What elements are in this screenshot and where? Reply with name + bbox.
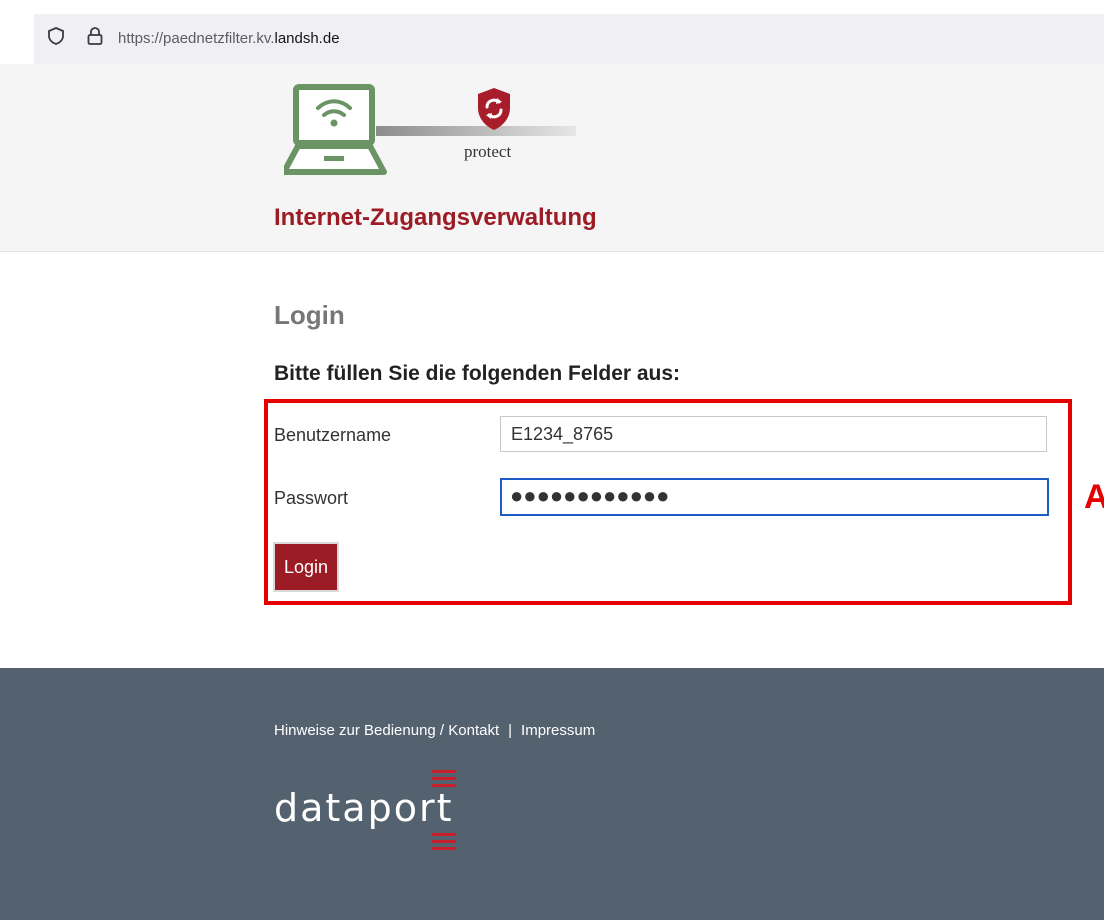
- imprint-link[interactable]: Impressum: [521, 722, 595, 739]
- site-footer: Hinweise zur Bedienung / Kontakt | Impress…: [0, 668, 1104, 920]
- lock-icon[interactable]: [86, 26, 104, 46]
- footer-links: Hinweise zur Bedienung / Kontakt | Impress…: [274, 722, 595, 739]
- annotation-letter: A: [1084, 478, 1104, 516]
- username-input[interactable]: E1234_8765: [500, 416, 1047, 452]
- page-title: Internet-Zugangsverwaltung: [274, 204, 597, 231]
- browser-url-bar: https://paednetzfilter.kv.landsh.de: [0, 0, 1104, 64]
- password-label: Passwort: [274, 488, 349, 508]
- footer-separator: |: [508, 722, 513, 739]
- logo-caption: protect: [464, 142, 511, 161]
- password-input[interactable]: ●●●●●●●●●●●●: [500, 478, 1049, 516]
- username-label: Benutzername: [274, 425, 392, 445]
- shield-icon: [48, 27, 64, 45]
- url-text[interactable]: https://paednetzfilter.kv.landsh.de: [118, 30, 340, 47]
- site-header: protect Internet-Zugangsverwaltung: [0, 64, 1104, 252]
- help-contact-link[interactable]: Hinweise zur Bedienung / Kontakt: [274, 722, 499, 739]
- login-button[interactable]: Login: [273, 542, 339, 592]
- laptop-icon: [293, 84, 375, 146]
- protect-logo: protect: [284, 84, 576, 175]
- protect-shield-icon: [478, 88, 510, 130]
- form-instructions: Bitte füllen Sie die folgenden Felder au…: [274, 362, 681, 385]
- connection-bar: [376, 126, 576, 136]
- login-heading: Login: [274, 300, 345, 330]
- dataport-wordmark: dataport: [274, 786, 454, 830]
- dataport-logo: dataport: [274, 770, 456, 850]
